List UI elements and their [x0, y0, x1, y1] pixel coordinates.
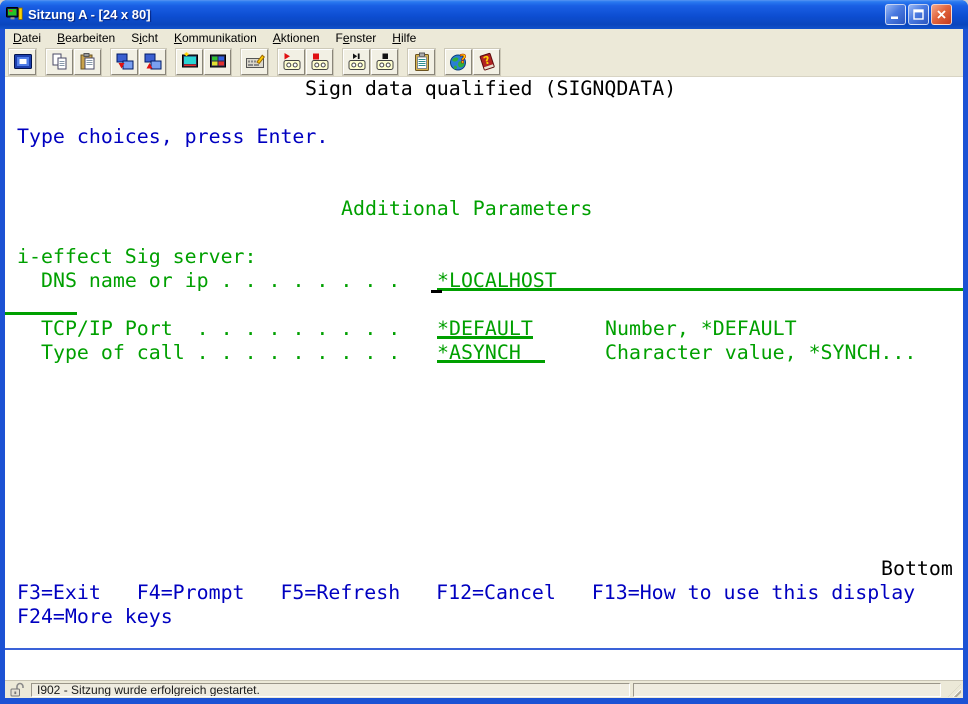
help-icon: ?	[477, 52, 497, 72]
status-message: I902 - Sitzung wurde erfolgreich gestart…	[37, 683, 260, 697]
minimize-button[interactable]	[885, 4, 906, 25]
function-keys-line-2: F24=More keys	[17, 605, 173, 629]
param-label-dns: DNS name or ip . . . . . . . .	[41, 269, 400, 293]
section-header: Additional Parameters	[341, 197, 592, 221]
param-label-type: Type of call . . . . . . . . .	[41, 341, 400, 365]
display-setup-icon	[180, 52, 200, 72]
jump-next-session-icon	[13, 52, 33, 72]
send-file-icon	[115, 52, 135, 72]
param-group-label: i-effect Sig server:	[17, 245, 257, 269]
pagination-indicator: Bottom	[881, 557, 953, 581]
menu-datei[interactable]: Datei	[5, 30, 49, 46]
stop-macro-button[interactable]	[371, 49, 398, 75]
web-support-button[interactable]: ?	[445, 49, 472, 75]
connection-status-icon	[8, 682, 28, 698]
receive-file-button[interactable]	[139, 49, 166, 75]
menubar: DateiBearbeitenSichtKommunikationAktione…	[5, 29, 963, 47]
status-message-panel: I902 - Sitzung wurde erfolgreich gestart…	[31, 683, 630, 697]
display-setup-button[interactable]	[176, 49, 203, 75]
window-bottom-border	[0, 698, 968, 704]
color-setup-icon	[208, 52, 228, 72]
menu-bearbeiten[interactable]: Bearbeiten	[49, 30, 123, 46]
maximize-button[interactable]	[908, 4, 929, 25]
svg-text:?: ?	[459, 52, 466, 66]
send-file-button[interactable]	[111, 49, 138, 75]
titlebar[interactable]: Sitzung A - [24 x 80]	[0, 0, 968, 29]
param-hint-type: Character value, *SYNCH...	[605, 341, 916, 365]
menu-kommunikation[interactable]: Kommunikation	[166, 30, 265, 46]
stop-macro-icon	[375, 52, 395, 72]
web-support-icon: ?	[449, 52, 469, 72]
menu-hilfe[interactable]: Hilfe	[384, 30, 424, 46]
type-of-call-field[interactable]: *ASYNCH	[437, 341, 521, 365]
status-secondary-panel	[633, 683, 941, 697]
function-keys-line-1: F3=Exit F4=Prompt F5=Refresh F12=Cancel …	[17, 581, 915, 605]
jump-next-session-button[interactable]	[9, 49, 36, 75]
close-icon	[936, 9, 947, 20]
clipboard-button[interactable]	[408, 49, 435, 75]
instruction-line: Type choices, press Enter.	[17, 125, 328, 149]
statusbar-grip-area	[941, 681, 963, 698]
keyboard-setup-button[interactable]	[241, 49, 268, 75]
copy-button[interactable]	[46, 49, 73, 75]
statusbar: I902 - Sitzung wurde erfolgreich gestart…	[5, 680, 963, 698]
menu-sicht[interactable]: Sicht	[123, 30, 166, 46]
dns-name-field[interactable]: *LOCALHOST	[437, 269, 557, 293]
window-title: Sitzung A - [24 x 80]	[28, 7, 885, 22]
session-app-icon	[6, 6, 23, 23]
client-area-gap	[5, 650, 963, 680]
close-button[interactable]	[931, 4, 952, 25]
copy-icon	[50, 52, 70, 72]
stop-record-macro-button[interactable]	[306, 49, 333, 75]
resize-grip[interactable]	[948, 684, 961, 697]
menu-aktionen[interactable]: Aktionen	[265, 30, 328, 46]
terminal-screen[interactable]: Sign data qualified (SIGNQDATA) Type choi…	[5, 77, 963, 648]
menu-fenster[interactable]: Fenster	[328, 30, 385, 46]
keyboard-setup-icon	[245, 52, 265, 72]
dns-name-field-continuation-underline	[5, 312, 77, 315]
paste-button[interactable]	[74, 49, 101, 75]
clipboard-icon	[412, 52, 432, 72]
param-hint-port: Number, *DEFAULT	[605, 317, 797, 341]
record-macro-button[interactable]	[278, 49, 305, 75]
tcpip-port-field[interactable]: *DEFAULT	[437, 317, 533, 341]
minimize-icon	[890, 9, 901, 20]
help-button[interactable]: ?	[473, 49, 500, 75]
receive-file-icon	[143, 52, 163, 72]
paste-icon	[78, 52, 98, 72]
play-macro-icon	[347, 52, 367, 72]
stop-record-macro-icon	[310, 52, 330, 72]
application-window: Sitzung A - [24 x 80] DateiBearbeitenSic…	[0, 0, 968, 704]
text-cursor	[431, 290, 442, 293]
maximize-icon	[913, 9, 924, 20]
param-label-port: TCP/IP Port . . . . . . . . .	[41, 317, 400, 341]
record-macro-icon	[282, 52, 302, 72]
color-setup-button[interactable]	[204, 49, 231, 75]
play-macro-button[interactable]	[343, 49, 370, 75]
toolbar: ??	[5, 47, 963, 77]
screen-title: Sign data qualified (SIGNQDATA)	[305, 77, 676, 101]
